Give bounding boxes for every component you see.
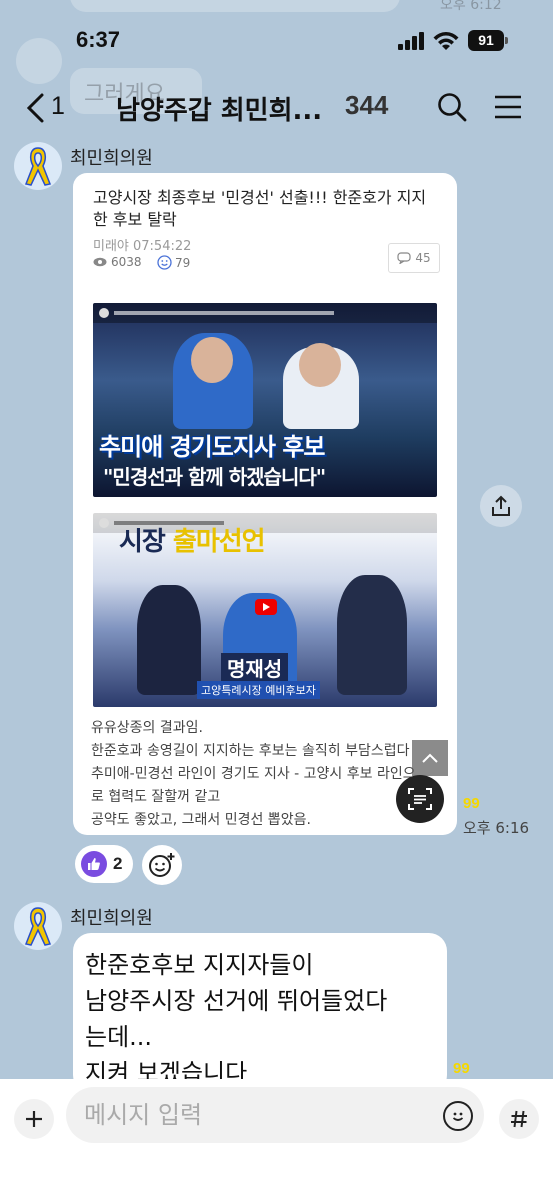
comment-icon [397, 252, 411, 264]
unread-count: 99 [453, 1060, 470, 1077]
emoji-icon [452, 1112, 464, 1121]
message-input[interactable] [66, 1087, 484, 1143]
eye-icon [93, 257, 107, 267]
scroll-up-button[interactable] [412, 740, 448, 776]
candidate-name: 명재성 [221, 653, 289, 682]
thumbnail-headline: 추미애 경기도지사 후보 [99, 433, 326, 461]
chevron-up-icon [422, 753, 438, 763]
sender-name: 최민희의원 [70, 148, 153, 169]
reaction-count: 79 [157, 255, 190, 270]
attach-plus-button[interactable] [14, 1099, 54, 1139]
chat-title: 남양주갑 최민희... [116, 96, 323, 126]
message-input-bar [0, 1079, 553, 1200]
signal-icon [398, 32, 426, 50]
hashtag-icon [511, 1110, 527, 1128]
video-thumbnail-1[interactable]: 추미애 경기도지사 후보 "민경선과 함께 하겠습니다" [93, 303, 437, 497]
share-icon [492, 495, 510, 516]
battery-level: 91 [468, 30, 504, 51]
candidate-title: 고양특례시장 예비후보자 [197, 681, 320, 699]
post-title: 고양시장 최종후보 '민경선' 선출!!! 한준호가 지지한 후보 탈락 [93, 188, 427, 229]
member-count: 344 [345, 90, 389, 120]
post-author-time: 미래야 07:54:22 [93, 239, 192, 254]
status-time: 6:37 [76, 27, 121, 52]
back-arrow-icon[interactable] [24, 92, 48, 124]
message-time: 오후 6:16 [463, 819, 530, 837]
yellow-ribbon-icon [24, 907, 52, 946]
text-scan-icon [408, 788, 432, 810]
share-button[interactable] [480, 485, 522, 527]
search-icon[interactable] [437, 92, 467, 122]
comment-count-button[interactable]: 45 [388, 243, 440, 273]
plus-icon [26, 1111, 42, 1127]
smile-icon [157, 255, 172, 270]
text-message-bubble[interactable]: 한준호후보 지지자들이 남양주시장 선거에 뛰어들었다 는데... 지켜 보겠습… [73, 933, 447, 1093]
like-count: 2 [113, 854, 123, 873]
wifi-icon [433, 32, 459, 50]
thumbnail-title: 시장 출마선언 [119, 527, 266, 557]
like-reaction[interactable]: 2 [75, 845, 133, 883]
add-emoji-icon [149, 853, 175, 877]
sender-name: 최민희의원 [70, 908, 153, 929]
comments-number: 45 [415, 251, 431, 265]
video-thumbnail-2[interactable]: 시장 출마선언 명재성 고양특례시장 예비후보자 [93, 513, 437, 707]
post-body: 유유상종의 결과임. 한준호과 송영길이 지지하는 후보는 솔직히 부담스럽다 … [91, 720, 416, 828]
play-icon[interactable] [255, 599, 277, 615]
battery-icon: 91 [468, 30, 508, 51]
views-number: 6038 [111, 255, 142, 269]
status-bar: 6:37 91 [0, 0, 553, 80]
shared-post-card[interactable]: 고양시장 최종후보 '민경선' 선출!!! 한준호가 지지한 후보 탈락 미래야… [73, 173, 457, 835]
sender-avatar[interactable] [14, 902, 62, 950]
chat-header: 1 남양주갑 최민희... 344 [0, 80, 553, 136]
add-reaction-button[interactable] [142, 845, 182, 885]
reactions-number: 79 [175, 255, 191, 270]
thumbnail-subheadline: "민경선과 함께 하겠습니다" [103, 465, 326, 489]
unread-chats-count[interactable]: 1 [51, 92, 65, 121]
yellow-ribbon-icon [24, 147, 52, 186]
emoji-button[interactable] [443, 1101, 473, 1131]
menu-icon[interactable] [494, 94, 522, 120]
unread-count: 99 [463, 795, 480, 812]
sender-avatar[interactable] [14, 142, 62, 190]
thumbs-up-icon [81, 851, 107, 877]
view-count: 6038 [93, 255, 142, 269]
hashtag-button[interactable] [499, 1099, 539, 1139]
text-scan-button[interactable] [396, 775, 444, 823]
